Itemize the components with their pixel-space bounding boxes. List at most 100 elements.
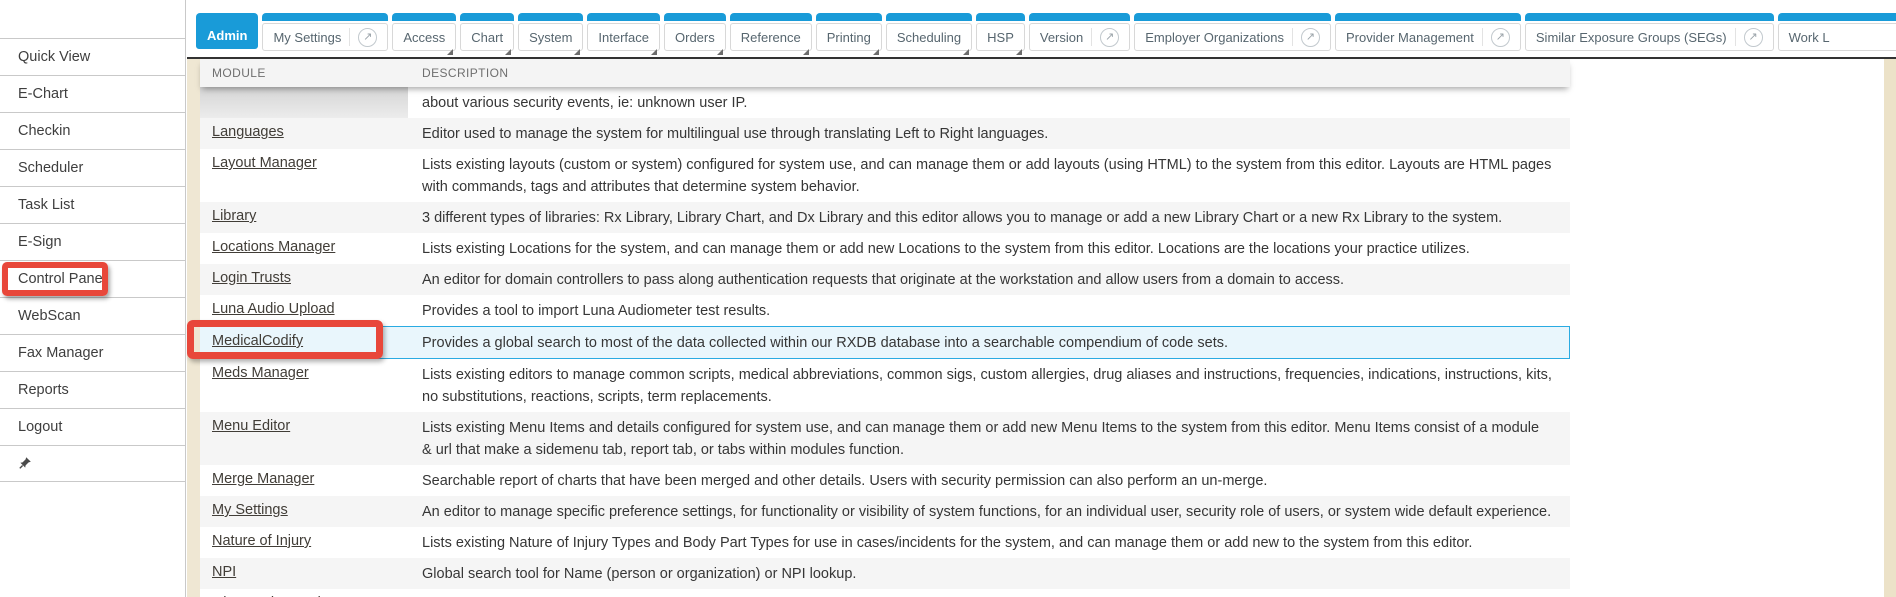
tab-label: HSP (987, 30, 1014, 45)
dropdown-corner-icon (447, 49, 453, 55)
sidebar: Quick View E-Chart Checkin Scheduler Tas… (0, 0, 186, 597)
module-cell: Merge Manager (200, 465, 408, 496)
module-description: about various security events, ie: unkno… (408, 87, 1570, 118)
tab-top-strip (196, 13, 258, 21)
external-link-icon[interactable]: ↗ (1100, 28, 1119, 47)
module-link-locations-manager[interactable]: Locations Manager (212, 239, 335, 255)
module-cell (200, 87, 408, 118)
tab-divider (1482, 28, 1483, 46)
module-link-library[interactable]: Library (212, 208, 256, 224)
sidebar-item-control-panel[interactable]: Control Panel (0, 260, 185, 297)
tab-top-strip (1335, 13, 1521, 21)
tab-top-strip (262, 13, 388, 21)
tab-top-strip (1778, 13, 1896, 21)
module-link-languages[interactable]: Languages (212, 124, 284, 140)
tab-work-l[interactable]: Work L (1778, 13, 1896, 51)
table-row-nature-of-injury: Nature of Injury Lists existing Nature o… (200, 527, 1570, 558)
module-link-meds-manager[interactable]: Meds Manager (212, 365, 309, 381)
module-cell: Locations Manager (200, 233, 408, 264)
module-link-my-settings[interactable]: My Settings (212, 502, 288, 518)
tab-reference[interactable]: Reference (730, 13, 812, 51)
external-link-icon[interactable]: ↗ (1301, 28, 1320, 47)
module-cell: Observation Codes (200, 589, 408, 597)
tab-access[interactable]: Access (392, 13, 456, 51)
app-window: Quick View E-Chart Checkin Scheduler Tas… (0, 0, 1896, 597)
sidebar-pin-button[interactable] (0, 445, 185, 482)
module-link-medicalcodify[interactable]: MedicalCodify (212, 333, 303, 349)
tab-top-strip (587, 13, 660, 21)
sidebar-item-webscan[interactable]: WebScan (0, 297, 185, 334)
dropdown-corner-icon (717, 49, 723, 55)
sidebar-item-quick-view[interactable]: Quick View (0, 38, 185, 75)
table-header: MODULE DESCRIPTION (200, 59, 1570, 87)
dropdown-corner-icon (873, 49, 879, 55)
module-link-merge-manager[interactable]: Merge Manager (212, 471, 314, 487)
module-cell: Library (200, 202, 408, 233)
tab-top-strip (460, 13, 514, 21)
table-row-meds-manager: Meds Manager Lists existing editors to m… (200, 359, 1570, 412)
content-area: MODULE DESCRIPTION about various securit… (187, 57, 1896, 597)
module-description: 3 different types of libraries: Rx Libra… (408, 202, 1570, 233)
table-body: about various security events, ie: unkno… (200, 87, 1570, 597)
tab-my-settings[interactable]: My Settings ↗ (262, 13, 388, 51)
dropdown-corner-icon (1016, 49, 1022, 55)
tab-label: Orders (675, 30, 715, 45)
tab-top-strip (518, 13, 583, 21)
module-link-nature-of-injury[interactable]: Nature of Injury (212, 533, 311, 549)
table-row-languages: Languages Editor used to manage the syst… (200, 118, 1570, 149)
tab-top-strip (664, 13, 726, 21)
right-gutter (1884, 59, 1896, 597)
sidebar-item-e-chart[interactable]: E-Chart (0, 75, 185, 112)
tab-similar-exposure-groups-segs[interactable]: Similar Exposure Groups (SEGs) ↗ (1525, 13, 1774, 51)
tab-label: System (529, 30, 572, 45)
sidebar-item-scheduler[interactable]: Scheduler (0, 149, 185, 186)
sidebar-item-fax-manager[interactable]: Fax Manager (0, 334, 185, 371)
tabs-row: Admin My Settings ↗ Access Chart System … (196, 13, 1896, 57)
tab-hsp[interactable]: HSP (976, 13, 1025, 51)
module-link-menu-editor[interactable]: Menu Editor (212, 418, 290, 434)
tab-admin[interactable]: Admin (196, 13, 258, 49)
module-link-luna-audio-upload[interactable]: Luna Audio Upload (212, 301, 335, 317)
external-link-icon[interactable]: ↗ (1491, 28, 1510, 47)
tab-top-strip (816, 13, 882, 21)
tab-system[interactable]: System (518, 13, 583, 51)
module-description: Lists existing editors to manage common … (408, 359, 1570, 412)
tab-orders[interactable]: Orders (664, 13, 726, 51)
module-cell: Languages (200, 118, 408, 149)
table-row-medicalcodify: MedicalCodify Provides a global search t… (200, 326, 1570, 359)
module-link-login-trusts[interactable]: Login Trusts (212, 270, 291, 286)
external-link-icon[interactable]: ↗ (358, 28, 377, 47)
module-link-layout-manager[interactable]: Layout Manager (212, 155, 317, 171)
tab-top-strip (886, 13, 972, 21)
sidebar-item-reports[interactable]: Reports (0, 371, 185, 408)
module-cell: Menu Editor (200, 412, 408, 465)
tab-top-strip (1525, 13, 1774, 21)
tab-label: Admin (207, 28, 247, 43)
tab-divider (349, 28, 350, 46)
module-description: Global search tool for Name (person or o… (408, 558, 1570, 589)
tab-label: Interface (598, 30, 649, 45)
tab-version[interactable]: Version ↗ (1029, 13, 1130, 51)
tab-label: My Settings (273, 30, 341, 45)
tab-top-strip (1029, 13, 1130, 21)
sidebar-item-task-list[interactable]: Task List (0, 186, 185, 223)
sidebar-item-logout[interactable]: Logout (0, 408, 185, 445)
tab-chart[interactable]: Chart (460, 13, 514, 51)
tab-provider-management[interactable]: Provider Management ↗ (1335, 13, 1521, 51)
tab-scheduling[interactable]: Scheduling (886, 13, 972, 51)
external-link-icon[interactable]: ↗ (1744, 28, 1763, 47)
module-description: Searchable report of charts that have be… (408, 465, 1570, 496)
tab-printing[interactable]: Printing (816, 13, 882, 51)
module-link-npi[interactable]: NPI (212, 564, 236, 580)
sidebar-item-label: Control Panel (18, 271, 106, 287)
module-cell: Nature of Injury (200, 527, 408, 558)
column-header-description: DESCRIPTION (408, 66, 1570, 80)
tab-employer-organizations[interactable]: Employer Organizations ↗ (1134, 13, 1331, 51)
table-row-locations-manager: Locations Manager Lists existing Locatio… (200, 233, 1570, 264)
tab-top-strip (392, 13, 456, 21)
tab-label: Chart (471, 30, 503, 45)
sidebar-item-checkin[interactable]: Checkin (0, 112, 185, 149)
sidebar-item-e-sign[interactable]: E-Sign (0, 223, 185, 260)
tab-interface[interactable]: Interface (587, 13, 660, 51)
left-gutter (187, 59, 200, 597)
